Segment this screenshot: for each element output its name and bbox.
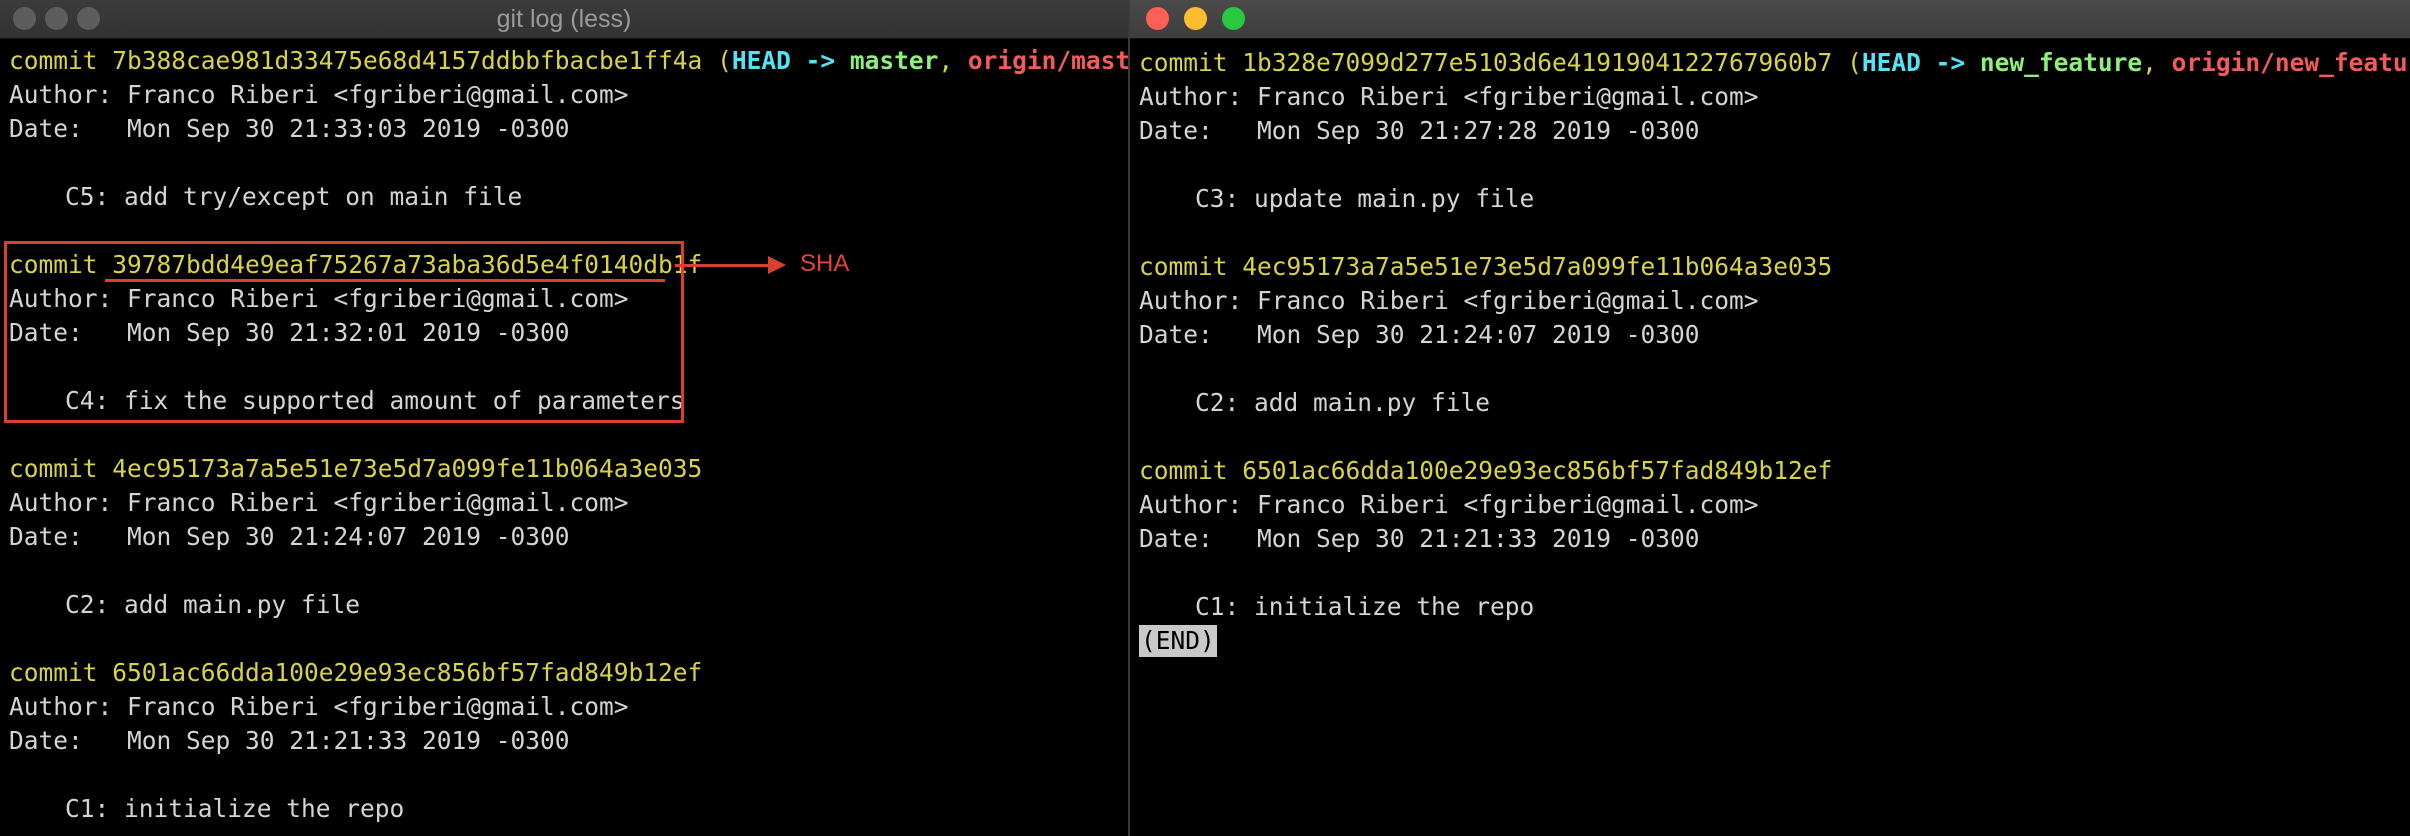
- commit-message: C1: initialize the repo: [1195, 592, 1535, 621]
- remote-branch-label: origin/master: [967, 46, 1128, 75]
- commit-hash: 6501ac66dda100e29e93ec856bf57fad849b12ef: [112, 658, 703, 687]
- right-titlebar[interactable]: [1130, 0, 2410, 39]
- commit-message: C2: add main.py file: [1195, 388, 1491, 417]
- author-line: Author: Franco Riberi <fgriberi@gmail.co…: [9, 80, 629, 109]
- left-titlebar[interactable]: git log (less): [0, 0, 1128, 39]
- highlight-box: [4, 241, 684, 423]
- branch-label: new_feature: [1979, 48, 2143, 77]
- left-git-log-output: commit 7b388cae981d33475e68d4157ddbbfbac…: [9, 44, 1128, 826]
- date-line: Date: Mon Sep 30 21:27:28 2019 -0300: [1139, 116, 1700, 145]
- commit-message: C1: initialize the repo: [65, 794, 405, 823]
- branch-label: master: [849, 46, 939, 75]
- commit-hash: 6501ac66dda100e29e93ec856bf57fad849b12ef: [1242, 456, 1833, 485]
- arrow-shaft: [675, 264, 770, 267]
- author-line: Author: Franco Riberi <fgriberi@gmail.co…: [1139, 82, 1759, 111]
- commit-hash: 7b388cae981d33475e68d4157ddbbfbacbe1ff4a: [112, 46, 703, 75]
- commit-line: commit 4ec95173a7a5e51e73e5d7a099fe11b06…: [9, 454, 703, 483]
- commit-hash: 1b328e7099d277e5103d6e4191904122767960b7: [1242, 48, 1833, 77]
- commit-hash: 4ec95173a7a5e51e73e5d7a099fe11b064a3e035: [112, 454, 703, 483]
- commit-message: C2: add main.py file: [65, 590, 361, 619]
- author-line: Author: Franco Riberi <fgriberi@gmail.co…: [9, 692, 629, 721]
- commit-line: commit 7b388cae981d33475e68d4157ddbbfbac…: [9, 44, 1128, 78]
- close-button[interactable]: [1146, 7, 1169, 30]
- commit-line: commit 1b328e7099d277e5103d6e41919041227…: [1139, 46, 2410, 80]
- sha-annotation-label: SHA: [800, 250, 850, 277]
- right-terminal-window[interactable]: commit 1b328e7099d277e5103d6e41919041227…: [1130, 0, 2410, 836]
- date-line: Date: Mon Sep 30 21:24:07 2019 -0300: [1139, 320, 1700, 349]
- date-line: Date: Mon Sep 30 21:21:33 2019 -0300: [1139, 524, 1700, 553]
- commit-line: commit 4ec95173a7a5e51e73e5d7a099fe11b06…: [1139, 252, 1833, 281]
- left-terminal-window[interactable]: git log (less) commit 7b388cae981d33475e…: [0, 0, 1128, 836]
- date-line: Date: Mon Sep 30 21:21:33 2019 -0300: [9, 726, 570, 755]
- remote-branch-label: origin/new_feature: [2171, 48, 2410, 77]
- pager-end-marker: (END): [1139, 625, 1217, 657]
- right-git-log-output: commit 1b328e7099d277e5103d6e41919041227…: [1139, 46, 2410, 658]
- commit-hash: 4ec95173a7a5e51e73e5d7a099fe11b064a3e035: [1242, 252, 1833, 281]
- date-line: Date: Mon Sep 30 21:33:03 2019 -0300: [9, 114, 570, 143]
- author-line: Author: Franco Riberi <fgriberi@gmail.co…: [9, 488, 629, 517]
- arrow-right-icon: [768, 256, 786, 274]
- commit-message: C5: add try/except on main file: [65, 182, 523, 211]
- window-title: git log (less): [496, 5, 632, 33]
- commit-message: C3: update main.py file: [1195, 184, 1535, 213]
- author-line: Author: Franco Riberi <fgriberi@gmail.co…: [1139, 286, 1759, 315]
- date-line: Date: Mon Sep 30 21:24:07 2019 -0300: [9, 522, 570, 551]
- sha-underline: [105, 279, 665, 282]
- zoom-button[interactable]: [1222, 7, 1245, 30]
- commit-line: commit 6501ac66dda100e29e93ec856bf57fad8…: [9, 658, 703, 687]
- author-line: Author: Franco Riberi <fgriberi@gmail.co…: [1139, 490, 1759, 519]
- commit-line: commit 6501ac66dda100e29e93ec856bf57fad8…: [1139, 456, 1833, 485]
- pager-end-line: (END): [1139, 624, 2410, 658]
- minimize-button[interactable]: [1184, 7, 1207, 30]
